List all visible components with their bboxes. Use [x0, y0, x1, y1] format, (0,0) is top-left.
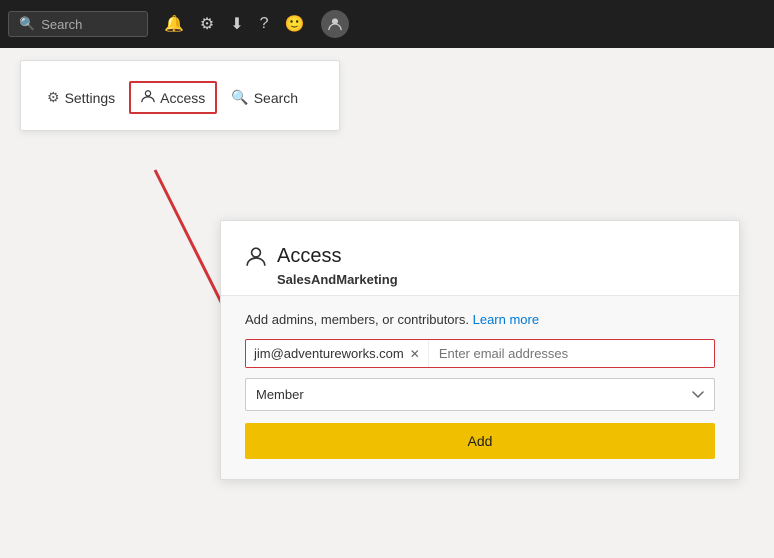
- top-navigation-bar: 🔍 Search 🔔 ⚙ ⬇ ? 🙂: [0, 0, 774, 48]
- help-icon[interactable]: ?: [260, 15, 269, 33]
- email-tag-close-button[interactable]: ✕: [410, 347, 420, 361]
- download-icon[interactable]: ⬇: [230, 14, 243, 34]
- settings-tab-icon: ⚙: [47, 89, 60, 106]
- email-tag-value: jim@adventureworks.com: [254, 346, 404, 361]
- toolbar-panel: ⚙ Settings Access 🔍 Search: [20, 60, 340, 131]
- settings-tab[interactable]: ⚙ Settings: [37, 83, 125, 112]
- bell-icon[interactable]: 🔔: [164, 14, 184, 34]
- search-placeholder-text: Search: [41, 17, 82, 32]
- user-avatar[interactable]: [321, 10, 349, 38]
- access-title-row: Access: [245, 245, 715, 268]
- access-panel-body: Add admins, members, or contributors. Le…: [221, 295, 739, 479]
- email-input-row[interactable]: jim@adventureworks.com ✕: [245, 339, 715, 368]
- add-button[interactable]: Add: [245, 423, 715, 459]
- search-tab-icon: 🔍: [231, 89, 248, 106]
- emoji-icon[interactable]: 🙂: [285, 14, 305, 34]
- settings-tab-label: Settings: [65, 90, 116, 106]
- access-tab-label: Access: [160, 90, 205, 106]
- access-panel: Access SalesAndMarketing Add admins, mem…: [220, 220, 740, 480]
- access-tab[interactable]: Access: [129, 81, 217, 114]
- email-tag: jim@adventureworks.com ✕: [246, 340, 429, 367]
- email-input-field[interactable]: [429, 340, 714, 367]
- access-panel-subtitle: SalesAndMarketing: [277, 272, 715, 287]
- search-icon: 🔍: [19, 16, 35, 32]
- access-panel-header: Access SalesAndMarketing: [221, 221, 739, 295]
- role-dropdown[interactable]: Member Admin Contributor Viewer: [245, 378, 715, 411]
- settings-icon[interactable]: ⚙: [200, 14, 214, 34]
- toolbar-row: ⚙ Settings Access 🔍 Search: [37, 81, 323, 114]
- search-tab[interactable]: 🔍 Search: [221, 83, 308, 112]
- search-tab-label: Search: [254, 90, 298, 106]
- access-person-icon: [245, 246, 267, 268]
- add-description-text: Add admins, members, or contributors. Le…: [245, 312, 715, 327]
- access-tab-icon: [141, 89, 155, 106]
- global-search-box[interactable]: 🔍 Search: [8, 11, 148, 37]
- learn-more-link[interactable]: Learn more: [473, 312, 539, 327]
- access-panel-title: Access: [277, 245, 341, 268]
- top-bar-icon-group: 🔔 ⚙ ⬇ ? 🙂: [164, 10, 349, 38]
